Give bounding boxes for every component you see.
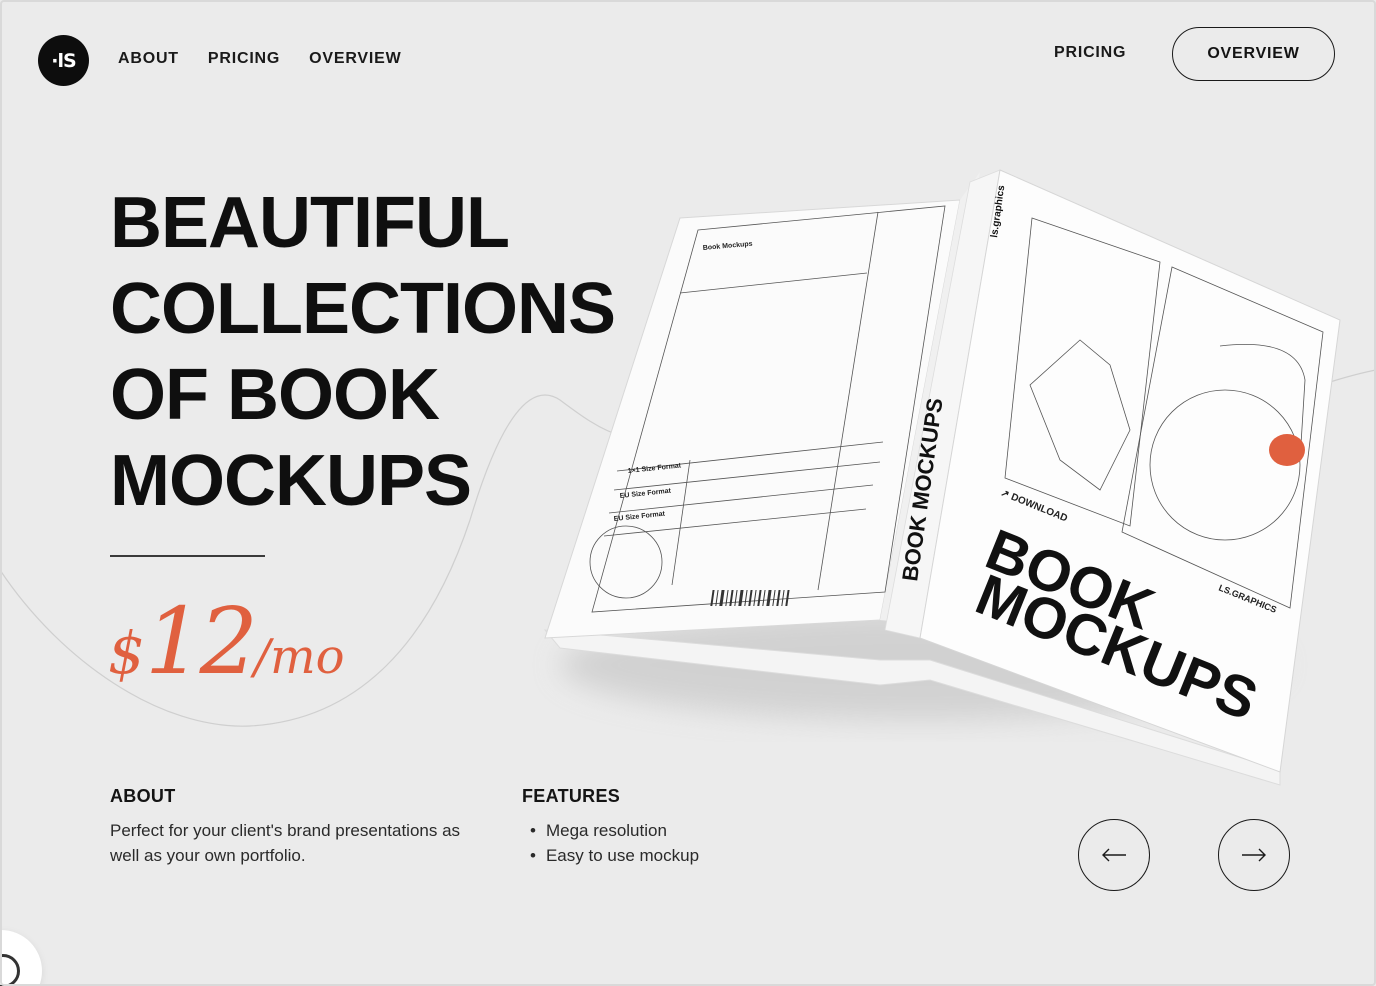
price-amount: 12 [144,588,258,695]
divider [110,555,265,557]
about-heading: ABOUT [110,786,176,806]
overview-button[interactable]: OVERVIEW [1172,27,1335,81]
next-slide-button[interactable] [1218,819,1290,891]
arrow-left-icon [1102,848,1126,862]
feature-item: Mega resolution [530,818,699,843]
previous-slide-button[interactable] [1078,819,1150,891]
features-list: Mega resolution Easy to use mockup [530,818,699,868]
nav-link-pricing[interactable]: PRICING [208,50,280,68]
about-text: Perfect for your client's brand presenta… [110,821,461,865]
arrow-right-icon [1242,848,1266,862]
feature-item: Easy to use mockup [530,843,699,868]
price: $12/mo [108,588,345,695]
features-heading: FEATURES [522,786,621,806]
header-pricing-link[interactable]: PRICING [1054,44,1126,62]
logo-text: ·lS [51,49,76,72]
book-mockup-image: Book Mockups 1×1 Size Format EU Size For… [543,169,1341,786]
price-period: /mo [253,629,345,685]
price-currency: $ [108,619,145,687]
main-nav: ABOUT PRICING OVERVIEW [118,50,402,68]
chat-icon [0,954,20,986]
nav-link-about[interactable]: ABOUT [118,50,179,68]
nav-link-overview[interactable]: OVERVIEW [309,50,401,68]
brand-logo[interactable]: ·lS [38,35,89,86]
